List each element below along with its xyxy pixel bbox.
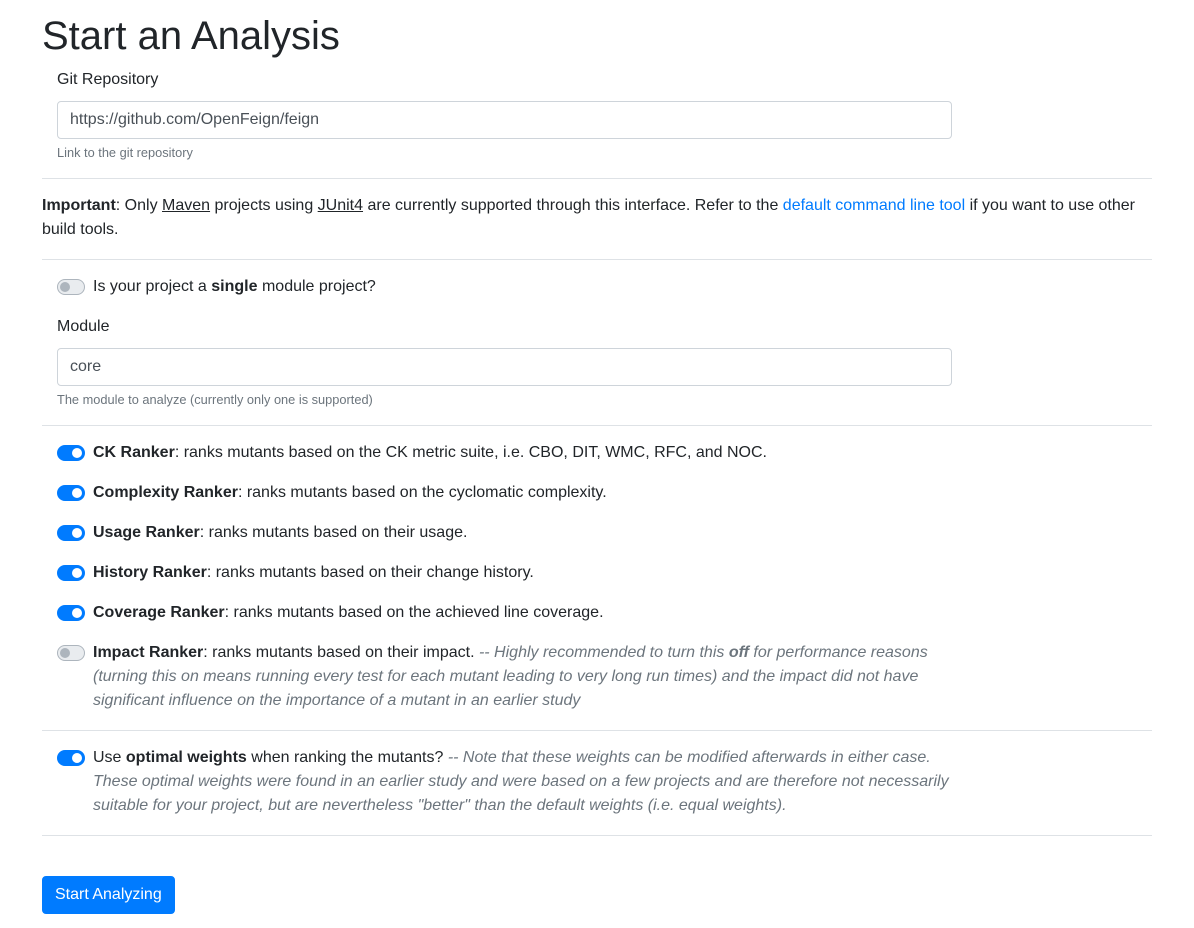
divider xyxy=(42,730,1152,731)
ranker-usage: Usage Ranker: ranks mutants based on the… xyxy=(57,521,1057,545)
toggle-knob xyxy=(72,448,82,458)
ranker-history: History Ranker: ranks mutants based on t… xyxy=(57,561,1057,585)
toggle-knob xyxy=(72,528,82,538)
module-help: The module to analyze (currently only on… xyxy=(57,392,373,407)
module-group: Module core The module to analyze (curre… xyxy=(57,315,952,409)
ck-ranker-toggle[interactable] xyxy=(57,445,85,461)
repo-input[interactable]: https://github.com/OpenFeign/feign xyxy=(57,101,952,139)
repo-help: Link to the git repository xyxy=(57,145,193,160)
command-line-tool-link[interactable]: default command line tool xyxy=(783,197,965,214)
toggle-knob xyxy=(72,753,82,763)
single-module-switch: Is your project a single module project? xyxy=(57,275,1057,299)
ranker-impact: Impact Ranker: ranks mutants based on th… xyxy=(57,641,952,713)
coverage-ranker-toggle[interactable] xyxy=(57,605,85,621)
page-title: Start an Analysis xyxy=(42,14,340,58)
module-label: Module xyxy=(57,318,110,335)
ranker-desc: : ranks mutants based on the achieved li… xyxy=(224,604,604,621)
ranker-name: Usage Ranker xyxy=(93,524,200,541)
complexity-ranker-label: Complexity Ranker: ranks mutants based o… xyxy=(93,481,607,505)
repo-group: Git Repository https://github.com/OpenFe… xyxy=(57,68,952,162)
ck-ranker-label: CK Ranker: ranks mutants based on the CK… xyxy=(93,441,767,465)
usage-ranker-toggle[interactable] xyxy=(57,525,85,541)
single-module-label: Is your project a single module project? xyxy=(93,275,376,299)
divider xyxy=(42,259,1152,260)
label-text: Use xyxy=(93,749,126,766)
history-ranker-label: History Ranker: ranks mutants based on t… xyxy=(93,561,534,585)
start-analyzing-button[interactable]: Start Analyzing xyxy=(42,876,175,914)
label-bold: optimal weights xyxy=(125,749,247,766)
toggle-knob xyxy=(72,608,82,618)
label-text: module project? xyxy=(257,278,376,295)
toggle-knob xyxy=(72,568,82,578)
label-text: Is your project a xyxy=(93,278,212,295)
ranker-complexity: Complexity Ranker: ranks mutants based o… xyxy=(57,481,1057,505)
ranker-name: Impact Ranker xyxy=(93,644,204,661)
important-text: are currently supported through this int… xyxy=(363,197,783,214)
coverage-ranker-label: Coverage Ranker: ranks mutants based on … xyxy=(93,601,604,625)
important-notice: Important: Only Maven projects using JUn… xyxy=(42,194,1152,242)
impact-ranker-toggle[interactable] xyxy=(57,645,85,661)
optimal-weights-switch: Use optimal weights when ranking the mut… xyxy=(57,746,972,818)
ranker-name: CK Ranker xyxy=(93,444,175,461)
toggle-knob xyxy=(60,648,70,658)
note-bold: off xyxy=(728,644,749,661)
single-module-toggle[interactable] xyxy=(57,279,85,295)
important-text: projects using xyxy=(210,197,318,214)
ranker-name: History Ranker xyxy=(93,564,207,581)
impact-ranker-label: Impact Ranker: ranks mutants based on th… xyxy=(93,641,952,713)
toggle-knob xyxy=(72,488,82,498)
ranker-desc: : ranks mutants based on their change hi… xyxy=(206,564,534,581)
history-ranker-toggle[interactable] xyxy=(57,565,85,581)
junit-term: JUnit4 xyxy=(317,197,364,214)
divider xyxy=(42,178,1152,179)
complexity-ranker-toggle[interactable] xyxy=(57,485,85,501)
important-text: : Only xyxy=(115,197,163,214)
ranker-ck: CK Ranker: ranks mutants based on the CK… xyxy=(57,441,1057,465)
divider xyxy=(42,425,1152,426)
usage-ranker-label: Usage Ranker: ranks mutants based on the… xyxy=(93,521,467,545)
repo-label: Git Repository xyxy=(57,71,159,88)
important-label: Important xyxy=(42,197,116,214)
divider xyxy=(42,835,1152,836)
ranker-desc: : ranks mutants based on the CK metric s… xyxy=(174,444,767,461)
maven-term: Maven xyxy=(162,197,211,214)
ranker-name: Complexity Ranker xyxy=(93,484,238,501)
note-text: -- Highly recommended to turn this xyxy=(478,644,729,661)
label-bold: single xyxy=(211,278,258,295)
optimal-weights-label: Use optimal weights when ranking the mut… xyxy=(93,746,972,818)
label-text: when ranking the mutants? xyxy=(246,749,448,766)
module-input[interactable]: core xyxy=(57,348,952,386)
optimal-weights-toggle[interactable] xyxy=(57,750,85,766)
ranker-coverage: Coverage Ranker: ranks mutants based on … xyxy=(57,601,1057,625)
ranker-desc: : ranks mutants based on their impact. xyxy=(203,644,479,661)
ranker-desc: : ranks mutants based on their usage. xyxy=(199,524,468,541)
ranker-name: Coverage Ranker xyxy=(93,604,225,621)
toggle-knob xyxy=(60,282,70,292)
ranker-desc: : ranks mutants based on the cyclomatic … xyxy=(237,484,607,501)
